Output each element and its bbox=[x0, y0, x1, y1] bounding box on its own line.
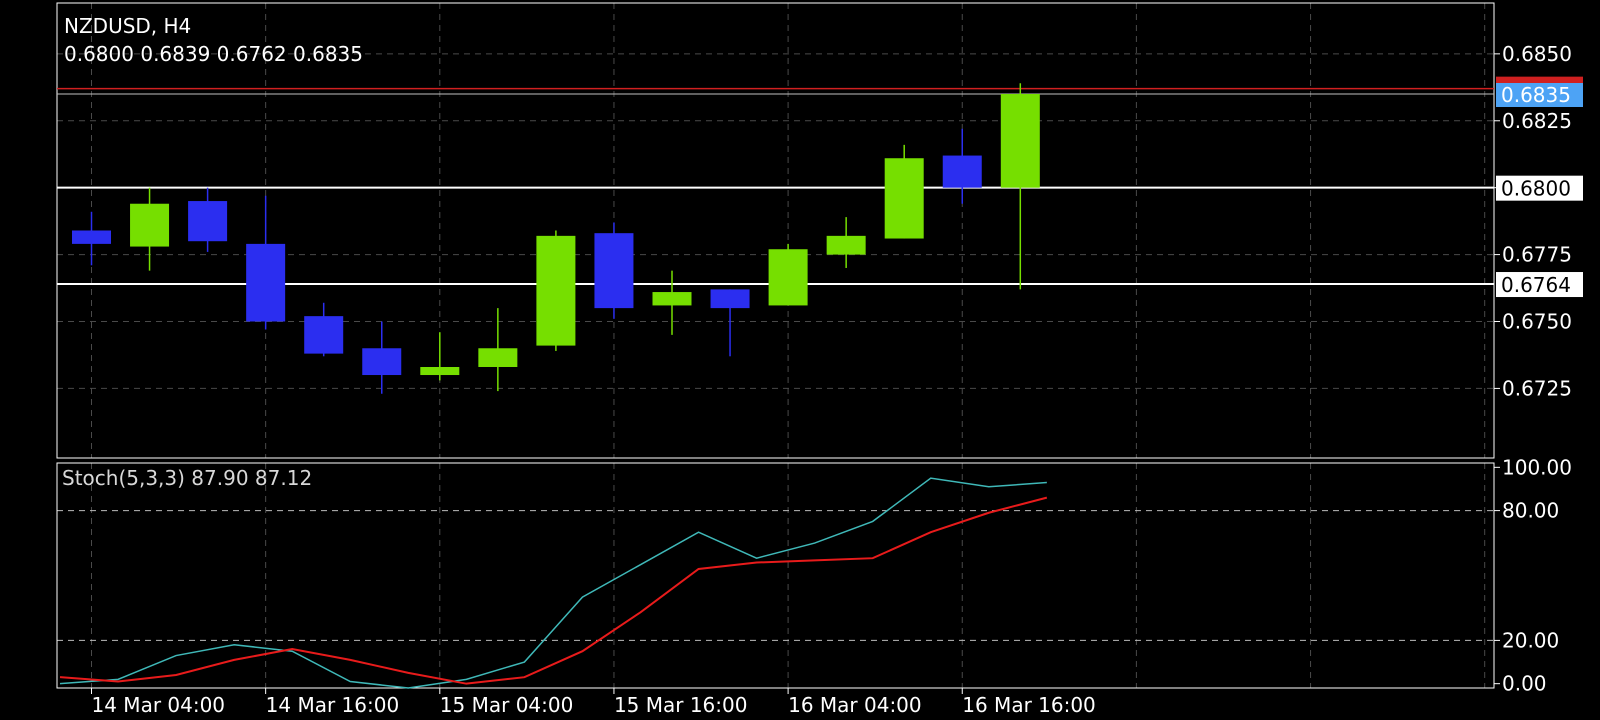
candle-body bbox=[130, 203, 170, 247]
time-tick-label: 14 Mar 16:00 bbox=[266, 693, 400, 717]
time-axis: 14 Mar 04:00 14 Mar 16:00 15 Mar 04:00 15 M… bbox=[91, 688, 1096, 717]
candle-body bbox=[420, 367, 460, 376]
chart-canvas: 0.6725 0.6750 0.6775 0.6825 0.6850 0.00 20.00… bbox=[56, 2, 1583, 717]
main-frame-border bbox=[56, 2, 1495, 459]
candle-body bbox=[362, 348, 402, 376]
price-tick-label: 0.6775 bbox=[1502, 243, 1572, 267]
stoch-label: Stoch(5,3,3) 87.90 87.12 bbox=[62, 466, 312, 490]
main-chart-frame bbox=[56, 2, 1495, 459]
candle-body bbox=[594, 233, 634, 309]
stoch-tick-label: 80.00 bbox=[1502, 499, 1559, 523]
candle-body bbox=[1000, 94, 1040, 188]
time-tick-label: 15 Mar 16:00 bbox=[614, 693, 748, 717]
time-tick-label: 15 Mar 04:00 bbox=[440, 693, 574, 717]
stoch-tick-label: 20.00 bbox=[1502, 628, 1559, 652]
stoch-grid bbox=[57, 463, 1494, 688]
stoch-k-line bbox=[59, 477, 1047, 689]
symbol-timeframe: NZDUSD, H4 bbox=[64, 14, 191, 38]
candles bbox=[72, 83, 1040, 394]
candle-body bbox=[304, 316, 344, 354]
price-tick-label: 0.6750 bbox=[1502, 310, 1572, 334]
candle-body bbox=[478, 348, 518, 367]
stoch-frame bbox=[56, 462, 1495, 689]
candle-body bbox=[652, 292, 692, 306]
stoch-tick-label: 100.00 bbox=[1502, 455, 1572, 479]
line-price-label: 0.6800 bbox=[1501, 177, 1571, 201]
candle-body bbox=[768, 249, 808, 306]
candle-body bbox=[188, 201, 228, 242]
price-tick-label: 0.6725 bbox=[1502, 376, 1572, 400]
price-tick-label: 0.6850 bbox=[1502, 42, 1572, 66]
stoch-d-line bbox=[59, 496, 1048, 685]
candle-body bbox=[884, 158, 924, 239]
time-tick-label: 16 Mar 16:00 bbox=[962, 693, 1096, 717]
candle-body bbox=[942, 155, 982, 188]
main-grid bbox=[57, 3, 1494, 458]
line-price-label: 0.6764 bbox=[1501, 273, 1571, 297]
stoch-tick-label: 0.00 bbox=[1502, 672, 1547, 696]
price-tick-label: 0.6825 bbox=[1502, 109, 1572, 133]
stoch-frame-border bbox=[56, 462, 1495, 689]
candle-body bbox=[710, 289, 750, 309]
ohlc-values: 0.6800 0.6839 0.6762 0.6835 bbox=[64, 42, 363, 66]
candle-body bbox=[72, 230, 111, 244]
bid-price-label: 0.6835 bbox=[1501, 83, 1571, 107]
time-tick-label: 16 Mar 04:00 bbox=[788, 693, 922, 717]
stoch-axis: 0.00 20.00 80.00 100.00 bbox=[1494, 455, 1572, 696]
candle-body bbox=[536, 235, 576, 346]
candle-body bbox=[826, 235, 866, 255]
candle-body bbox=[246, 243, 286, 322]
stoch-lines bbox=[59, 477, 1048, 689]
time-tick-label: 14 Mar 04:00 bbox=[92, 693, 226, 717]
